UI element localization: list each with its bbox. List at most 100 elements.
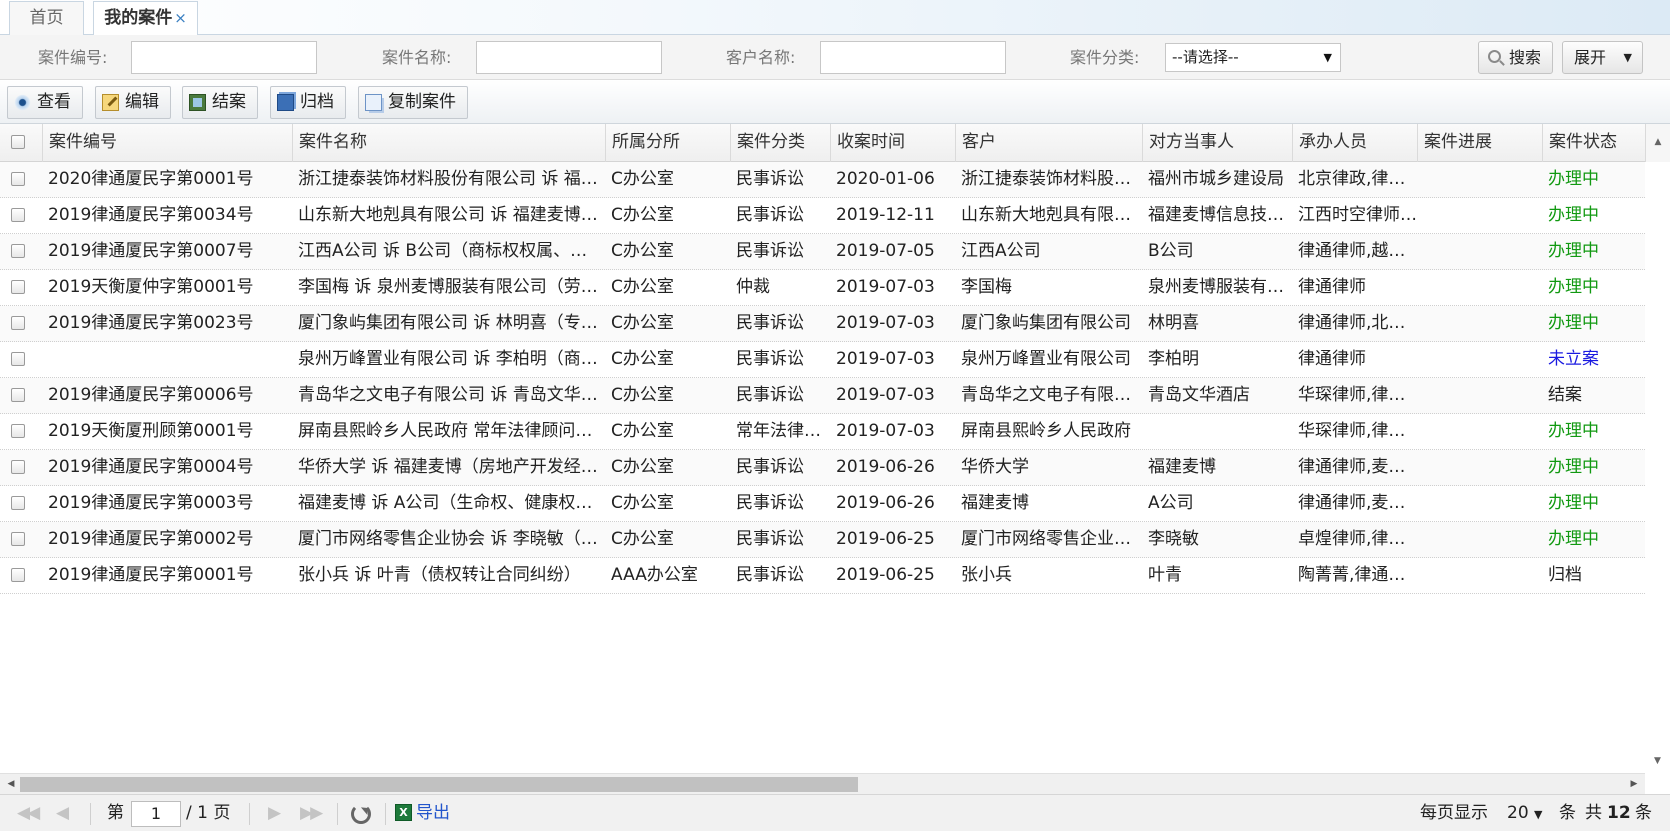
tab-close-icon[interactable]: × (174, 9, 187, 27)
cell-progress (1417, 162, 1542, 198)
cell-branch: C办公室 (611, 277, 674, 297)
cell-handlers: 律通律师 (1298, 277, 1366, 297)
cell-status: 办理中 (1548, 313, 1599, 333)
per-page-select[interactable]: 20 ▼ (1507, 795, 1543, 832)
table-row[interactable]: 2019律通厦民字第0003号 福建麦博 诉 A公司（生命权、健康权… C办公室 民事… (0, 486, 1645, 522)
case-name-label: 案件名称: (382, 48, 452, 67)
edit-button[interactable]: 编辑 (95, 86, 171, 119)
cell-branch: C办公室 (611, 493, 674, 513)
table-row[interactable]: 2019律通厦民字第0023号 厦门象屿集团有限公司 诉 林明喜（专… C办公室 民事… (0, 306, 1645, 342)
row-checkbox[interactable] (11, 208, 25, 222)
cell-case-no: 2019天衡厦仲字第0001号 (48, 277, 254, 297)
scroll-up-icon[interactable]: ▲ (1645, 124, 1670, 162)
case-name-input[interactable] (476, 41, 662, 74)
row-checkbox[interactable] (11, 460, 25, 474)
row-checkbox-cell[interactable] (0, 486, 42, 522)
copy-case-button[interactable]: 复制案件 (358, 86, 468, 119)
tab-home[interactable]: 首页 (9, 1, 84, 35)
row-checkbox-cell[interactable] (0, 342, 42, 378)
col-header-case-name[interactable]: 案件名称 (292, 124, 605, 162)
vertical-scrollbar[interactable]: ▼ (1645, 162, 1670, 770)
row-checkbox[interactable] (11, 244, 25, 258)
table-row[interactable]: 2019天衡厦刑顾第0001号 屏南县熙岭乡人民政府 常年法律顾问… C办公室 常年法… (0, 414, 1645, 450)
horizontal-scrollbar[interactable]: ◀ ▶ (0, 773, 1645, 794)
first-page-icon[interactable]: ◀◀ (17, 795, 40, 832)
pagination-bar: ◀◀ ◀ 第 1 / 1 页 ▶ ▶▶ X 导出 每页显示 20 ▼ 条 共 1… (0, 794, 1670, 831)
row-checkbox-cell[interactable] (0, 450, 42, 486)
scroll-down-icon[interactable]: ▼ (1645, 752, 1670, 770)
cell-category: 民事诉讼 (736, 349, 804, 369)
col-header-client[interactable]: 客户 (955, 124, 1142, 162)
row-checkbox-cell[interactable] (0, 270, 42, 306)
scroll-right-icon[interactable]: ▶ (1625, 774, 1643, 795)
horizontal-scroll-thumb[interactable] (20, 777, 858, 792)
prev-page-icon[interactable]: ◀ (56, 795, 69, 832)
select-all-checkbox-cell[interactable] (0, 124, 42, 162)
col-header-branch[interactable]: 所属分所 (605, 124, 730, 162)
client-name-input[interactable] (820, 41, 1006, 74)
row-checkbox-cell[interactable] (0, 522, 42, 558)
row-checkbox-cell[interactable] (0, 162, 42, 198)
case-category-select[interactable]: --请选择-- ▼ (1165, 43, 1341, 72)
col-header-case-no[interactable]: 案件编号 (42, 124, 292, 162)
row-checkbox[interactable] (11, 424, 25, 438)
table-row[interactable]: 2019律通厦民字第0034号 山东新大地剋具有限公司 诉 福建麦博… C办公室 民事… (0, 198, 1645, 234)
table-row[interactable]: 2019律通厦民字第0006号 青岛华之文电子有限公司 诉 青岛文华… C办公室 民事… (0, 378, 1645, 414)
last-page-icon[interactable]: ▶▶ (300, 795, 323, 832)
table-row[interactable]: 泉州万峰置业有限公司 诉 李柏明（商… C办公室 民事诉讼 2019-07-03 泉州万… (0, 342, 1645, 378)
table-row[interactable]: 2019律通厦民字第0002号 厦门市网络零售企业协会 诉 李晓敏（… C办公室 民事… (0, 522, 1645, 558)
row-checkbox[interactable] (11, 280, 25, 294)
row-checkbox-cell[interactable] (0, 414, 42, 450)
col-header-category[interactable]: 案件分类 (730, 124, 830, 162)
table-row[interactable]: 2019天衡厦仲字第0001号 李国梅 诉 泉州麦博服装有限公司（劳… C办公室 仲裁… (0, 270, 1645, 306)
row-checkbox[interactable] (11, 172, 25, 186)
cell-date: 2019-07-03 (836, 385, 935, 405)
row-checkbox[interactable] (11, 388, 25, 402)
row-checkbox-cell[interactable] (0, 306, 42, 342)
case-no-input[interactable] (131, 41, 317, 74)
cell-handlers: 华琛律师,律… (1298, 385, 1406, 405)
expand-button[interactable]: 展开 ▼ (1562, 41, 1643, 74)
cell-case-name: 江西A公司 诉 B公司（商标权权属、… (298, 241, 588, 261)
table-row[interactable]: 2019律通厦民字第0004号 华侨大学 诉 福建麦博（房地产开发经… C办公室 民事… (0, 450, 1645, 486)
row-checkbox-cell[interactable] (0, 198, 42, 234)
tab-my-cases[interactable]: 我的案件 × (93, 1, 198, 36)
table-row[interactable]: 2019律通厦民字第0001号 张小兵 诉 叶青（债权转让合同纠纷） AAA办公室 民… (0, 558, 1645, 594)
row-checkbox-cell[interactable] (0, 558, 42, 594)
refresh-icon[interactable] (351, 804, 371, 824)
view-button[interactable]: 查看 (7, 86, 83, 119)
cell-client: 福建麦博 (961, 493, 1029, 513)
scroll-left-icon[interactable]: ◀ (2, 774, 20, 795)
archive-button[interactable]: 归档 (270, 86, 346, 119)
row-checkbox[interactable] (11, 352, 25, 366)
cell-branch: C办公室 (611, 349, 674, 369)
row-checkbox[interactable] (11, 532, 25, 546)
col-header-handlers[interactable]: 承办人员 (1292, 124, 1417, 162)
cell-branch: C办公室 (611, 385, 674, 405)
pager-divider (249, 803, 250, 825)
cell-status: 办理中 (1548, 457, 1599, 477)
export-link[interactable]: 导出 (416, 795, 450, 832)
cell-progress (1417, 450, 1542, 486)
page-number-input[interactable]: 1 (131, 801, 181, 827)
close-case-button[interactable]: 结案 (182, 86, 258, 119)
table-row[interactable]: 2020律通厦民字第0001号 浙江捷泰装饰材料股份有限公司 诉 福… C办公室 民事… (0, 162, 1645, 198)
row-checkbox-cell[interactable] (0, 234, 42, 270)
col-header-date[interactable]: 收案时间 (830, 124, 955, 162)
col-header-opponent[interactable]: 对方当事人 (1142, 124, 1292, 162)
cell-case-no: 2019天衡厦刑顾第0001号 (48, 421, 254, 441)
row-checkbox[interactable] (11, 316, 25, 330)
row-checkbox-cell[interactable] (0, 378, 42, 414)
col-header-progress[interactable]: 案件进展 (1417, 124, 1542, 162)
col-header-status[interactable]: 案件状态 (1542, 124, 1645, 162)
table-row[interactable]: 2019律通厦民字第0007号 江西A公司 诉 B公司（商标权权属、… C办公室 民事… (0, 234, 1645, 270)
close-case-button-label: 结案 (212, 92, 246, 112)
next-page-icon[interactable]: ▶ (268, 795, 281, 832)
search-button[interactable]: 搜索 (1478, 41, 1553, 74)
cell-case-no (42, 342, 292, 378)
case-no-label: 案件编号: (38, 48, 108, 67)
row-checkbox[interactable] (11, 568, 25, 582)
row-checkbox[interactable] (11, 496, 25, 510)
total-unit: 条 (1635, 803, 1652, 823)
select-all-checkbox[interactable] (11, 135, 25, 149)
